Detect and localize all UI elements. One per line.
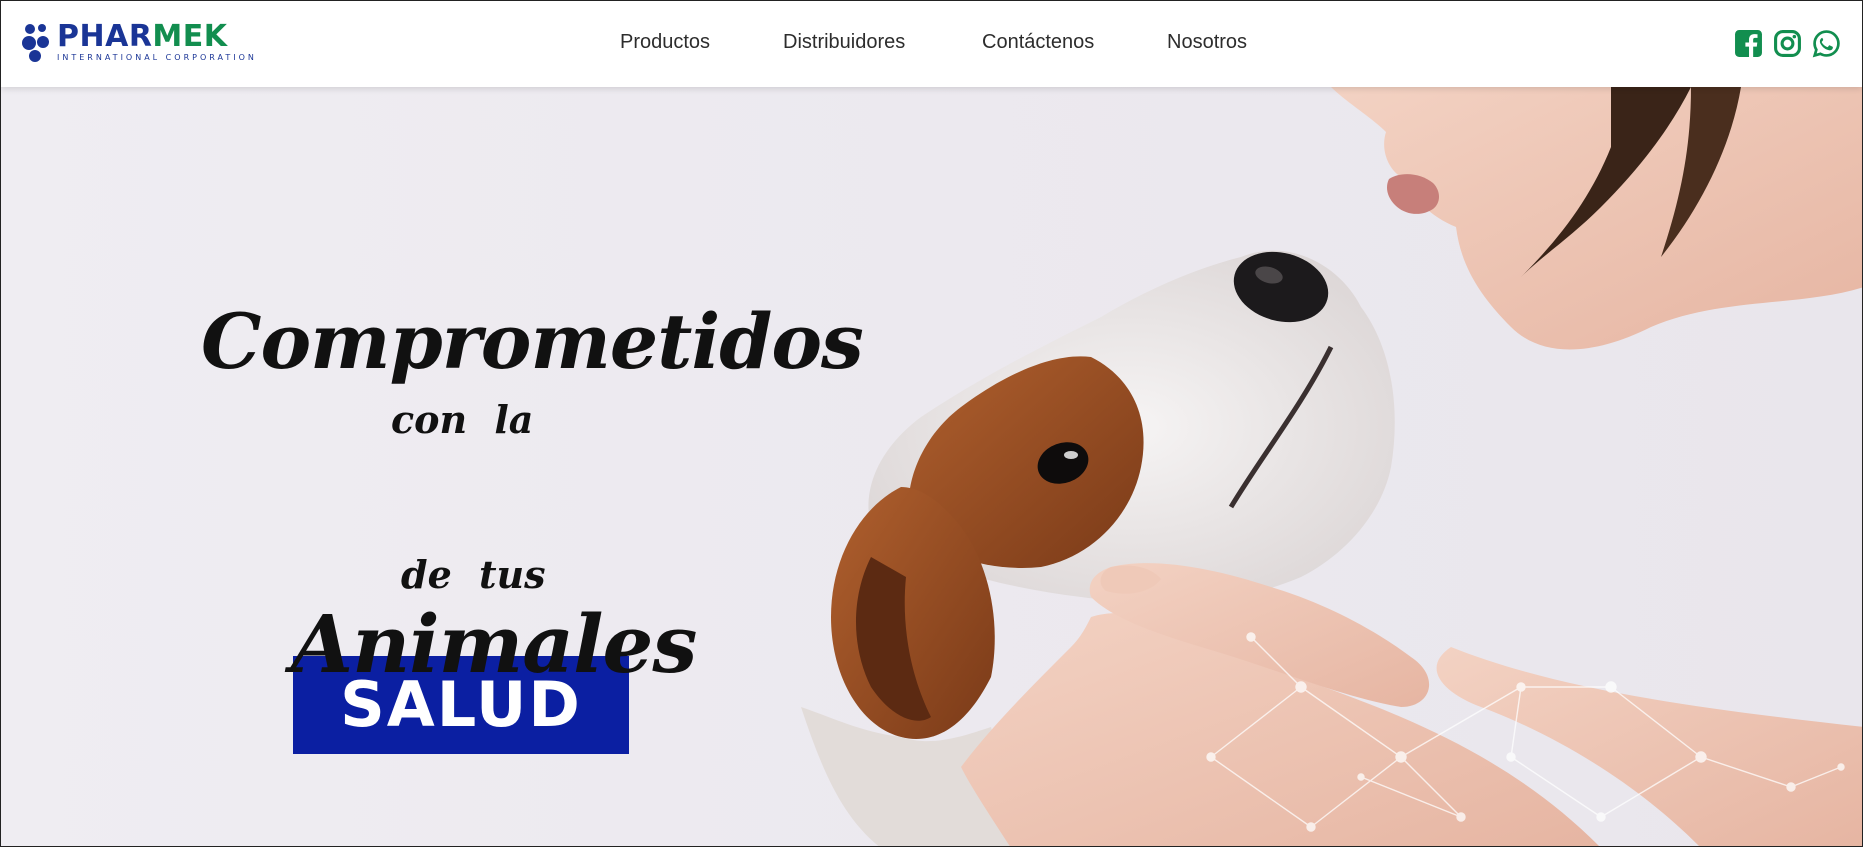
slogan-line-comprometidos: Comprometidos bbox=[201, 297, 864, 386]
nav-item-nosotros[interactable]: Nosotros bbox=[1167, 31, 1247, 54]
whatsapp-icon[interactable] bbox=[1812, 29, 1841, 58]
site-header: PHARMEK INTERNATIONAL CORPORATION Produc… bbox=[1, 1, 1862, 87]
logo-wordmark-part1: PHAR bbox=[57, 19, 153, 54]
slogan-line-de-tus: de tus bbox=[401, 552, 546, 597]
facebook-icon[interactable] bbox=[1734, 29, 1763, 58]
slogan-line-con-la: con la bbox=[391, 397, 534, 442]
logo-wordmark-part2: MEK bbox=[152, 19, 228, 54]
pharmek-logo[interactable]: PHARMEK INTERNATIONAL CORPORATION bbox=[21, 19, 254, 67]
logo-wordmark: PHARMEK bbox=[57, 19, 228, 55]
nav-item-productos[interactable]: Productos bbox=[620, 31, 710, 54]
main-nav: Productos Distribuidores Contáctenos Nos… bbox=[1, 1, 1862, 87]
nav-item-distribuidores[interactable]: Distribuidores bbox=[783, 31, 905, 54]
hero-slogan: Comprometidos con la SALUD de tus Animal… bbox=[191, 297, 864, 754]
instagram-icon[interactable] bbox=[1773, 29, 1802, 58]
hero-banner: Comprometidos con la SALUD de tus Animal… bbox=[1, 87, 1862, 846]
logo-tagline: INTERNATIONAL CORPORATION bbox=[57, 53, 257, 62]
slogan-line-animales: Animales bbox=[291, 597, 697, 691]
nav-item-contactenos[interactable]: Contáctenos bbox=[982, 31, 1094, 54]
page: PHARMEK INTERNATIONAL CORPORATION Produc… bbox=[0, 0, 1863, 847]
logo-mark-icon bbox=[22, 24, 49, 62]
